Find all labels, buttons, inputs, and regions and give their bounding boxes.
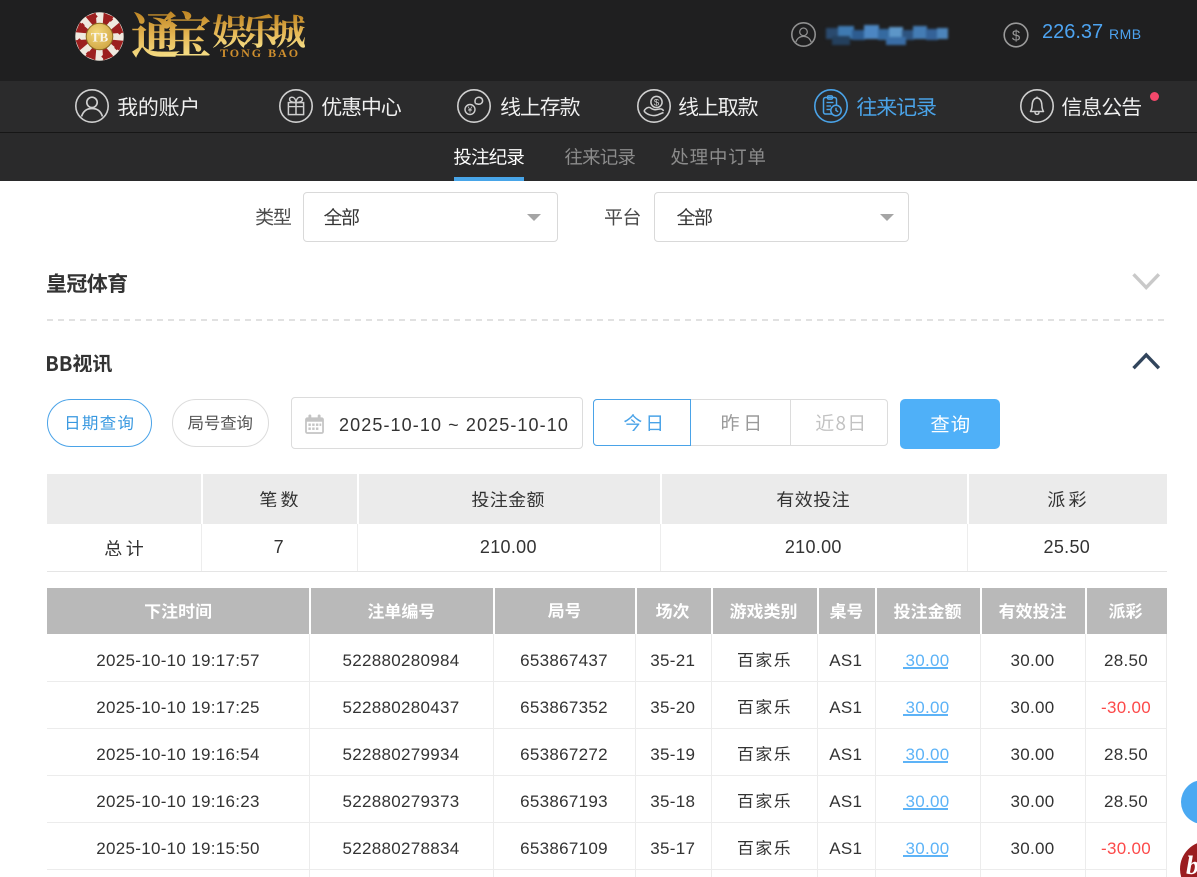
svg-text:$: $ — [1012, 27, 1021, 44]
svg-text:$: $ — [654, 97, 660, 108]
svg-text:TB: TB — [91, 30, 109, 45]
svg-text:¥: ¥ — [467, 105, 473, 115]
